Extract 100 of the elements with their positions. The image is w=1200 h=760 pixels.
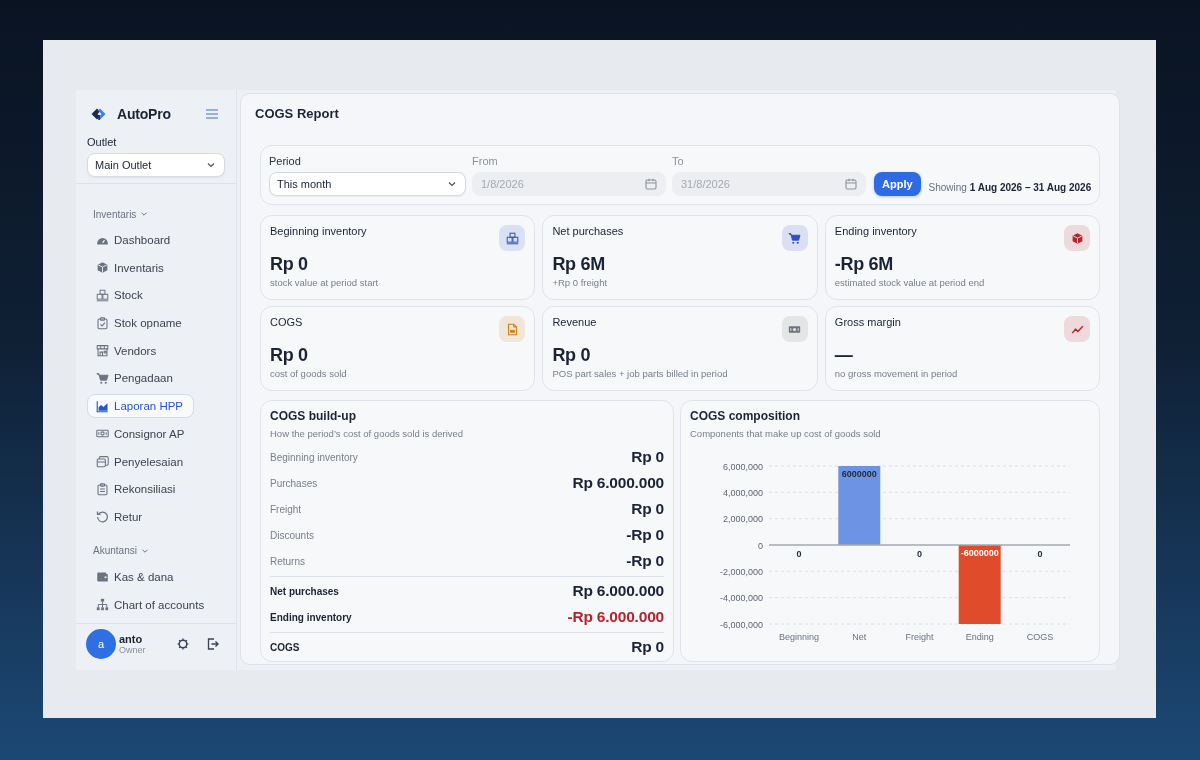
period-select[interactable]: This month (269, 172, 466, 196)
kpi-title: COGS (270, 316, 303, 329)
store-icon (96, 344, 109, 358)
line-label: Freight (270, 503, 302, 515)
chevron-down-icon (206, 160, 216, 170)
line-amount: -Rp 6.000.000 (567, 608, 664, 626)
nav-item[interactable]: Chart of accounts (87, 592, 216, 617)
y-tick-label: 0 (758, 540, 763, 551)
x-axis-label: Freight (905, 632, 934, 642)
page-title: COGS Report (255, 106, 339, 122)
x-axis-label: Net (852, 632, 867, 642)
y-tick-label: -2,000,000 (719, 566, 763, 577)
brand-name: AutoPro (117, 106, 172, 122)
clipboard-icon (96, 482, 109, 496)
kpi-value: Rp 0 (270, 344, 308, 366)
nav-item[interactable]: Penyelesaian (87, 449, 195, 474)
user-name: anto (119, 632, 143, 645)
nav-item[interactable]: Vendors (87, 338, 168, 363)
y-tick-label: 4,000,000 (722, 487, 763, 498)
line-label: Discounts (270, 529, 314, 541)
nav-item[interactable]: Dashboard (87, 228, 182, 252)
kpi-title: Gross margin (834, 316, 901, 329)
kpi-title: Beginning inventory (270, 225, 367, 238)
kpi-value: Rp 6M (552, 253, 605, 275)
line-label: COGS (270, 641, 300, 653)
y-tick-label: 6,000,000 (722, 461, 763, 472)
data-label: 0 (1037, 549, 1043, 559)
line-amount: Rp 0 (631, 448, 664, 466)
avatar: a (86, 629, 116, 659)
boxes-icon (96, 288, 109, 302)
kpi-value: Rp 0 (552, 344, 591, 366)
x-axis-label: Ending (965, 632, 994, 642)
line-amount: Rp 6.000.000 (572, 474, 664, 492)
kpi-value: -Rp 6M (834, 253, 894, 275)
data-label: 0 (796, 549, 802, 559)
line-amount: -Rp 0 (626, 526, 664, 544)
line-label: Beginning inventory (270, 451, 358, 463)
hierarchy-icon (96, 598, 109, 612)
line-amount: -Rp 0 (626, 552, 664, 570)
data-label: 0 (917, 549, 922, 559)
card-subtitle: Components that make up cost of goods sold (690, 428, 881, 440)
card-title: COGS composition (690, 409, 800, 424)
cards-icon (96, 455, 109, 468)
logout-icon[interactable] (207, 638, 219, 650)
line-amount: Rp 0 (631, 638, 664, 656)
y-tick-label: 2,000,000 (722, 514, 763, 525)
kpi-value: — (834, 344, 853, 366)
line-label: Purchases (270, 477, 318, 489)
nav-item[interactable]: Pengadaan (87, 366, 184, 391)
nav-item[interactable]: Consignor AP (87, 421, 196, 446)
group-toggle[interactable]: Akuntansi (87, 543, 149, 558)
rotate-icon (96, 510, 109, 524)
clipboard-check-icon (96, 316, 109, 330)
apply-button[interactable]: Apply (874, 172, 921, 196)
kpi-title: Ending inventory (834, 225, 917, 238)
settings-icon[interactable] (177, 638, 189, 650)
kpi-note: POS part sales + job parts billed in period (552, 368, 728, 380)
wallet-icon (96, 570, 109, 584)
kpi-note: no gross movement in period (834, 368, 958, 380)
field-label: To (672, 155, 684, 167)
calendar-icon (645, 178, 657, 190)
kpi-title: Revenue (552, 316, 597, 329)
y-tick-label: -4,000,000 (719, 593, 763, 604)
chevron-down-icon (447, 179, 457, 189)
kpi-note: estimated stock value at period end (834, 277, 985, 289)
nav-item[interactable]: Kas & dana (87, 564, 185, 589)
line-label: Ending inventory (270, 611, 352, 623)
nav-item[interactable]: Retur (87, 504, 154, 529)
user-role: Owner (119, 644, 146, 656)
line-label: Returns (270, 555, 305, 567)
x-axis-label: Beginning (779, 632, 820, 642)
kpi-title: Net purchases (552, 225, 624, 238)
calendar-icon (845, 178, 857, 190)
line-label: Net purchases (270, 585, 339, 597)
nav-item[interactable]: Laporan HPP (87, 394, 195, 419)
date-range-text: Showing 1 Aug 2026 – 31 Aug 2026 (928, 182, 1092, 195)
card-title: COGS build-up (270, 409, 356, 424)
nav-item[interactable]: Stock (87, 283, 154, 308)
cube-icon (96, 261, 109, 275)
nav-item[interactable]: Stok opname (87, 311, 193, 336)
kpi-note: stock value at period start (270, 277, 379, 289)
data-label: -6000000 (960, 548, 999, 558)
nav-item[interactable]: Rekonsiliasi (87, 477, 187, 502)
group-toggle[interactable]: Inventaris (87, 207, 149, 221)
field-label: Outlet (87, 135, 117, 149)
y-tick-label: -6,000,000 (719, 619, 763, 630)
x-axis-label: COGS (1026, 632, 1054, 642)
outlet-select[interactable]: Main Outlet (87, 153, 225, 177)
nav-item[interactable]: Inventaris (87, 255, 175, 280)
kpi-value: Rp 0 (270, 253, 308, 275)
field-label: Period (269, 155, 301, 167)
field-label: From (472, 155, 498, 167)
kpi-note: +Rp 0 freight (552, 277, 608, 289)
line-amount: Rp 6.000.000 (572, 582, 664, 600)
line-amount: Rp 0 (631, 500, 664, 518)
cart-icon (96, 371, 109, 385)
kpi-note: cost of goods sold (270, 368, 347, 380)
data-label: 6000000 (841, 469, 877, 479)
card-subtitle: How the period’s cost of goods sold is derived (270, 428, 464, 440)
chart-icon (96, 399, 109, 413)
